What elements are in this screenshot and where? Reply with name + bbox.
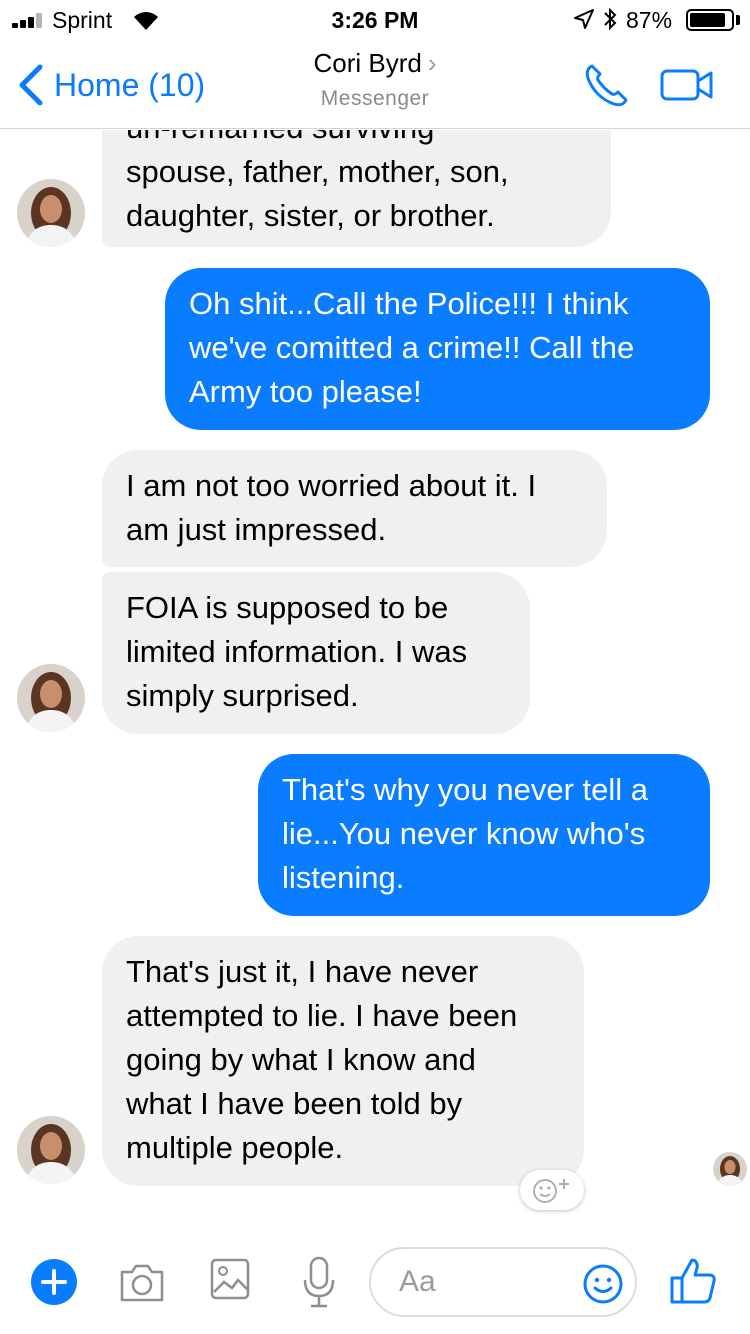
more-actions-button[interactable]	[31, 1259, 77, 1305]
message-line: attempted to lie. I have been	[126, 998, 518, 1033]
message-input[interactable]	[399, 1263, 559, 1301]
message-line: limited information. I was	[126, 634, 468, 669]
avatar[interactable]	[17, 179, 85, 247]
conversation-header: Home (10) Cori Byrd › Messenger	[0, 40, 750, 129]
microphone-icon[interactable]	[302, 1256, 336, 1308]
chevron-right-icon: ›	[427, 48, 437, 78]
message-bubble-outgoing[interactable]: Oh shit...Call the Police!!! I think we'…	[165, 268, 710, 430]
message-thread[interactable]: un-remarried surviving spouse, father, m…	[0, 130, 750, 1220]
avatar[interactable]	[17, 1116, 85, 1184]
message-line: I am not too worried about it. I	[126, 468, 537, 503]
battery-percentage: 87%	[626, 7, 673, 33]
emoji-icon[interactable]	[582, 1263, 624, 1305]
video-camera-icon[interactable]	[660, 68, 714, 102]
message-line: That's just it, I have never	[126, 954, 479, 989]
contact-name: Cori Byrd	[313, 48, 422, 78]
battery-icon	[686, 9, 734, 31]
camera-icon[interactable]	[118, 1260, 166, 1304]
back-button[interactable]: Home (10)	[16, 62, 205, 108]
thumbs-up-icon[interactable]	[670, 1256, 716, 1304]
seen-indicator-avatar	[713, 1152, 747, 1186]
conversation-subtitle: Messenger	[320, 87, 430, 110]
message-line: simply surprised.	[126, 678, 359, 713]
message-bubble-incoming[interactable]: That's just it, I have never attempted t…	[102, 936, 584, 1186]
message-bubble-incoming[interactable]: I am not too worried about it. I am just…	[102, 450, 607, 567]
plus-icon	[41, 1269, 67, 1295]
message-line: multiple people.	[126, 1130, 344, 1165]
message-line: Army too please!	[189, 374, 422, 409]
back-label: Home (10)	[54, 66, 206, 103]
add-reaction-icon	[533, 1179, 569, 1203]
message-line: listening.	[282, 860, 405, 895]
status-bar: Sprint 3:26 PM 87%	[0, 0, 750, 40]
contact-title[interactable]: Cori Byrd › Messenger	[200, 48, 550, 111]
message-line: daughter, sister, or brother.	[126, 198, 495, 233]
message-bubble-incoming[interactable]: FOIA is supposed to be limited informati…	[102, 572, 530, 734]
message-composer	[0, 1230, 750, 1334]
message-bubble-incoming[interactable]: un-remarried surviving spouse, father, m…	[102, 130, 611, 247]
message-line: spouse, father, mother, son,	[126, 154, 509, 189]
message-line: un-remarried surviving	[126, 130, 587, 150]
battery-tip	[736, 15, 740, 25]
message-line: going by what I know and	[126, 1042, 476, 1077]
location-arrow-icon	[574, 9, 594, 29]
bluetooth-icon	[604, 7, 617, 31]
message-line: FOIA is supposed to be	[126, 590, 449, 625]
phone-icon[interactable]	[582, 62, 630, 110]
avatar[interactable]	[17, 664, 85, 732]
chevron-left-icon	[19, 64, 43, 106]
message-line: That's why you never tell a	[282, 772, 649, 807]
add-reaction-button[interactable]	[520, 1170, 584, 1210]
message-line: what I have been told by	[126, 1086, 463, 1121]
message-line: lie...You never know who's	[282, 816, 646, 851]
message-line: am just impressed.	[126, 512, 387, 547]
message-line: we've comitted a crime!! Call the	[189, 330, 635, 365]
image-icon[interactable]	[210, 1258, 250, 1300]
message-bubble-outgoing[interactable]: That's why you never tell a lie...You ne…	[258, 754, 710, 916]
message-line: Oh shit...Call the Police!!! I think	[189, 286, 629, 321]
